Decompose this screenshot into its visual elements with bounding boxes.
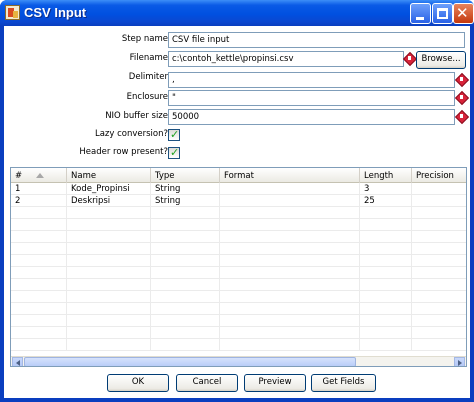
filename-input[interactable]: c:\contoh_kettle\propinsi.csv [168,51,404,67]
horizontal-scrollbar[interactable] [11,356,466,366]
delimiter-label: Delimiter [128,72,168,82]
empty-row [11,327,466,339]
step-name-input[interactable]: CSV file input [168,32,465,48]
cell-name[interactable]: Deskripsi [67,195,151,207]
header-row-label: Header row present? [79,147,168,157]
column-header-type[interactable]: Type [151,168,220,183]
title-bar[interactable]: CSV Input ✕ [0,0,474,26]
preview-button[interactable]: Preview [244,374,306,392]
empty-row [11,207,466,219]
column-header-format[interactable]: Format [220,168,360,183]
close-button[interactable]: ✕ [453,3,474,24]
get-fields-button[interactable]: Get Fields [311,374,376,392]
column-label: # [15,171,23,181]
maximize-icon [437,8,448,19]
nio-buffer-input[interactable]: 50000 [168,109,455,125]
sort-arrow-icon [36,173,44,178]
empty-row [11,303,466,315]
enclosure-label: Enclosure [126,92,168,102]
minimize-icon [416,17,424,20]
minimize-button[interactable] [410,3,431,24]
check-icon: ✓ [170,146,180,159]
cell-number: 2 [11,195,67,207]
variable-icon [456,111,467,122]
variable-icon [404,53,415,64]
ok-button[interactable]: OK [107,374,169,392]
browse-button[interactable]: Browse... [416,51,466,69]
empty-row [11,267,466,279]
empty-row [11,315,466,327]
arrow-left-icon [16,360,20,366]
scroll-left-button[interactable] [12,357,23,366]
fields-table: # Name Type Format Length Precision 1 Ko… [10,167,467,367]
check-icon: ✓ [170,128,180,141]
cell-type[interactable]: String [151,195,220,207]
close-icon: ✕ [456,4,469,22]
variable-icon [456,74,467,85]
empty-row [11,219,466,231]
cell-precision[interactable] [412,183,466,195]
empty-row [11,243,466,255]
table-row[interactable]: 2 Deskripsi String 25 [11,195,466,207]
empty-row [11,231,466,243]
column-header-name[interactable]: Name [67,168,151,183]
nio-buffer-label: NIO buffer size [105,111,168,121]
table-row[interactable]: 1 Kode_Propinsi String 3 [11,183,466,195]
dialog-body: Step name CSV file input Filename c:\con… [4,26,470,398]
cell-length[interactable]: 3 [360,183,412,195]
cell-format[interactable] [220,195,360,207]
empty-row [11,339,466,351]
dialog-window: CSV Input ✕ Step name CSV file input Fil… [0,0,474,402]
scroll-right-button[interactable] [454,357,465,366]
empty-row [11,291,466,303]
scroll-thumb[interactable] [24,357,356,366]
cell-type[interactable]: String [151,183,220,195]
enclosure-input[interactable]: " [168,90,455,106]
delimiter-input[interactable]: , [168,72,455,88]
lazy-conversion-label: Lazy conversion? [94,129,168,139]
app-icon [5,5,20,20]
column-header-length[interactable]: Length [360,168,412,183]
maximize-button[interactable] [432,3,453,24]
cell-precision[interactable] [412,195,466,207]
step-name-label: Step name [121,34,168,44]
column-header-number[interactable]: # [11,168,67,183]
lazy-conversion-checkbox[interactable]: ✓ [168,128,180,141]
cell-length[interactable]: 25 [360,195,412,207]
filename-label: Filename [129,53,168,63]
header-row-checkbox[interactable]: ✓ [168,146,180,159]
variable-icon [456,92,467,103]
arrow-right-icon [458,360,462,366]
empty-row [11,255,466,267]
cancel-button[interactable]: Cancel [176,374,238,392]
column-header-precision[interactable]: Precision [412,168,466,183]
table-header: # Name Type Format Length Precision [11,168,466,183]
window-title: CSV Input [24,5,87,20]
cell-name[interactable]: Kode_Propinsi [67,183,151,195]
empty-row [11,279,466,291]
cell-number: 1 [11,183,67,195]
cell-format[interactable] [220,183,360,195]
